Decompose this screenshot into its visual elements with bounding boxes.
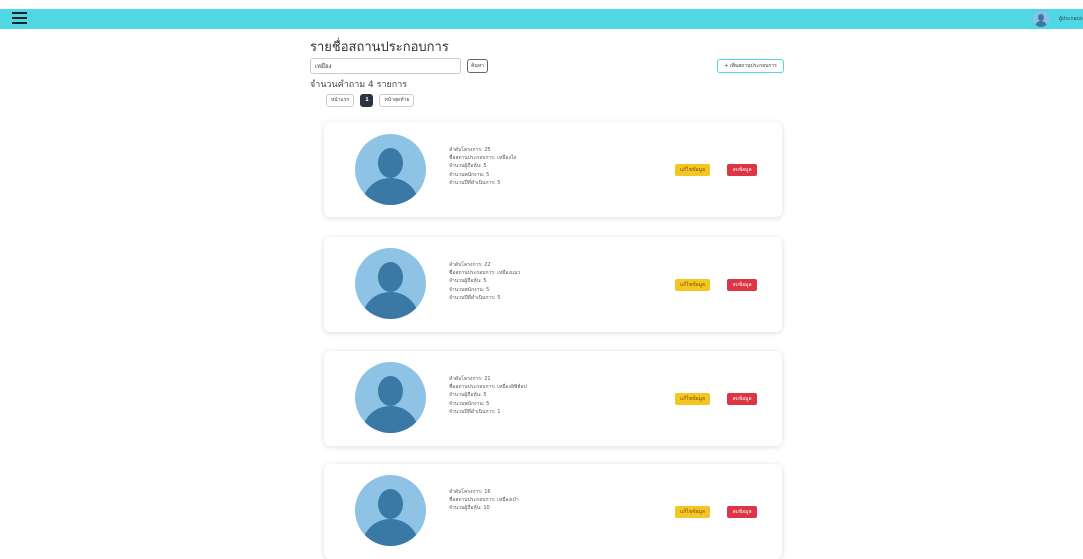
- project-number: ลำดับโครงการ: 22: [449, 262, 491, 268]
- shareholder-count: จำนวนผู้ถือหุ้น: 5: [449, 278, 487, 285]
- first-page-button[interactable]: หน้าแรก: [326, 94, 355, 107]
- result-count: จำนวนคำถาม 4 รายการ: [310, 80, 408, 90]
- employee-count: จำนวนพนักงาน: 5: [449, 400, 490, 407]
- main-content: รายชื่อสถานประกอบการ ค้นหา + เพิ่มสถานปร…: [310, 40, 785, 107]
- establishment-card: ลำดับโครงการ: 21 ชื่อสถานประกอบการ: เหมื…: [324, 351, 782, 446]
- edit-button[interactable]: แก้ไขข้อมูล: [675, 164, 710, 176]
- edit-button[interactable]: แก้ไขข้อมูล: [675, 393, 710, 405]
- establishment-name: ชื่อสถานประกอบการ: เหมืองแมว: [449, 270, 521, 277]
- establishment-card: ลำดับโครงการ: 16 ชื่อสถานประกอบการ: เหมื…: [324, 464, 782, 559]
- search-row: ค้นหา + เพิ่มสถานประกอบการ: [310, 58, 785, 76]
- establishment-name: ชื่อสถานประกอบการ: เหมืองเป่า: [449, 497, 519, 504]
- search-button[interactable]: ค้นหา: [467, 59, 488, 73]
- avatar-icon: [355, 134, 426, 205]
- project-number: ลำดับโครงการ: 25: [449, 147, 491, 153]
- shareholder-count: จำนวนผู้ถือหุ้น: 5: [449, 392, 487, 399]
- avatar-icon: [355, 362, 426, 433]
- shareholder-count: จำนวนผู้ถือหุ้น: 10: [449, 505, 490, 512]
- shareholder-count: จำนวนผู้ถือหุ้น: 5: [449, 163, 487, 170]
- edit-button[interactable]: แก้ไขข้อมูล: [675, 506, 710, 518]
- delete-button[interactable]: ลบข้อมูล: [727, 506, 757, 518]
- years-operating: จำนวนปีที่ดำเนินการ: 1: [449, 408, 501, 415]
- years-operating: จำนวนปีที่ดำเนินการ: 5: [449, 294, 501, 301]
- establishment-name: ชื่อสถานประกอบการ: เหมืองใจ: [449, 155, 517, 162]
- delete-button[interactable]: ลบข้อมูล: [727, 279, 757, 291]
- user-name: ผู้ประกอบการ: [1059, 16, 1083, 22]
- establishment-info: ลำดับโครงการ: 25 ชื่อสถานประกอบการ: เหมื…: [449, 146, 516, 187]
- user-menu[interactable]: ผู้ประกอบการ: [1033, 10, 1083, 28]
- establishment-name: ชื่อสถานประกอบการ: เหมืองอิซิฮ์อป: [449, 384, 527, 391]
- establishment-card: ลำดับโครงการ: 25 ชื่อสถานประกอบการ: เหมื…: [324, 122, 782, 217]
- current-page-button[interactable]: 1: [360, 94, 374, 107]
- user-avatar-icon: [1033, 11, 1049, 27]
- employee-count: จำนวนพนักงาน: 5: [449, 286, 490, 293]
- project-number: ลำดับโครงการ: 21: [449, 376, 491, 382]
- avatar-icon: [355, 248, 426, 319]
- establishment-info: ลำดับโครงการ: 16 ชื่อสถานประกอบการ: เหมื…: [449, 488, 519, 513]
- delete-button[interactable]: ลบข้อมูล: [727, 164, 757, 176]
- establishment-card: ลำดับโครงการ: 22 ชื่อสถานประกอบการ: เหมื…: [324, 237, 782, 332]
- project-number: ลำดับโครงการ: 16: [449, 489, 491, 495]
- top-navbar: ผู้ประกอบการ: [0, 9, 1083, 29]
- establishment-info: ลำดับโครงการ: 22 ชื่อสถานประกอบการ: เหมื…: [449, 261, 520, 302]
- edit-button[interactable]: แก้ไขข้อมูล: [675, 279, 710, 291]
- add-establishment-button[interactable]: + เพิ่มสถานประกอบการ: [717, 59, 784, 73]
- employee-count: จำนวนพนักงาน: 5: [449, 171, 490, 178]
- hamburger-icon[interactable]: [12, 12, 27, 25]
- page-title: รายชื่อสถานประกอบการ: [310, 40, 449, 55]
- avatar-icon: [355, 475, 426, 546]
- last-page-button[interactable]: หน้าสุดท้าย: [379, 94, 415, 107]
- search-input[interactable]: [310, 58, 461, 74]
- establishment-info: ลำดับโครงการ: 21 ชื่อสถานประกอบการ: เหมื…: [449, 375, 527, 416]
- pagination: หน้าแรก 1 หน้าสุดท้าย: [326, 94, 785, 107]
- years-operating: จำนวนปีที่ดำเนินการ: 5: [449, 179, 501, 186]
- delete-button[interactable]: ลบข้อมูล: [727, 393, 757, 405]
